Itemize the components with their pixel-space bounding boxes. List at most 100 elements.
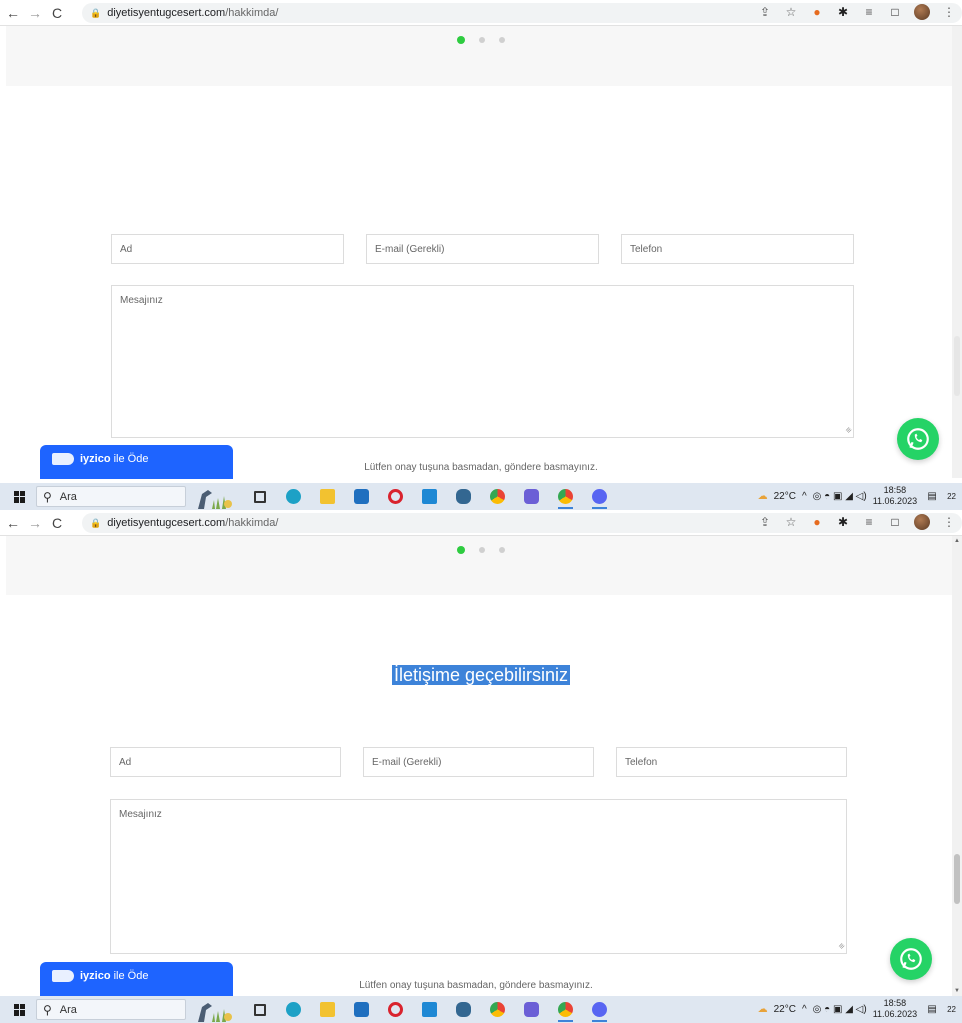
resize-grip-icon[interactable]: ≡ [836,941,847,952]
clock-date: 11.06.2023 [872,1009,918,1019]
back-button[interactable]: ← [4,514,22,532]
slider-dot[interactable] [499,37,505,43]
discord-icon[interactable] [588,999,611,1022]
scroll-down-icon[interactable]: ▼ [954,988,960,994]
tray-chevron-icon[interactable]: ^ [802,491,807,502]
menu-icon[interactable]: ⋮ [942,515,956,529]
slider-dot[interactable] [479,547,485,553]
task-view-icon[interactable] [248,999,271,1020]
edge-icon[interactable] [282,486,305,507]
mail-icon[interactable] [350,999,373,1020]
phone-input[interactable]: Telefon [616,747,847,777]
bookmark-star-icon[interactable]: ☆ [784,5,798,19]
forward-button[interactable]: → [26,4,44,22]
iyzico-brand: iyzico [80,970,111,982]
whatsapp-button[interactable] [890,938,932,980]
back-button[interactable]: ← [4,4,22,22]
edge-icon[interactable] [282,999,305,1020]
taskbar-clock[interactable]: 18:58 11.06.2023 [873,485,917,507]
tray-chevron-icon[interactable]: ^ [802,1004,807,1015]
taskbar-search-label: Ara [59,1003,77,1016]
name-input[interactable]: Ad [110,747,341,777]
weather-icon[interactable]: ☁ [758,491,768,502]
profile-avatar[interactable] [914,4,930,20]
notification-icon[interactable]: ▤ [923,1000,941,1018]
taskbar-clock[interactable]: 18:58 11.06.2023 [873,998,917,1020]
name-input[interactable]: Ad [111,234,344,264]
slider-dot[interactable] [499,547,505,553]
heron-widget-icon [198,490,232,509]
app-hexagon-icon[interactable] [520,486,543,507]
slider-dot-active[interactable] [457,546,465,554]
postgresql-icon[interactable] [452,486,475,507]
scroll-up-icon[interactable]: ▲ [954,538,960,544]
opera-icon[interactable] [384,999,407,1020]
extension-icon[interactable]: ● [810,515,824,529]
email-input[interactable]: E-mail (Gerekli) [366,234,599,264]
share-icon[interactable]: ⇪ [758,5,772,19]
weather-temp: 22°C [773,1003,796,1015]
whatsapp-button[interactable] [897,418,939,460]
resize-grip-icon[interactable]: ≡ [843,425,854,436]
screenshot-top: ← → C 🔒 diyetisyentugcesert.com/hakkimda… [0,0,962,510]
vscode-icon[interactable] [418,486,441,507]
discord-icon[interactable] [588,486,611,509]
windows-start-icon[interactable] [14,490,26,503]
weather-icon[interactable]: ☁ [758,1004,768,1015]
clock-date: 11.06.2023 [872,496,918,506]
opera-icon[interactable] [384,486,407,507]
notification-icon[interactable]: ▤ [923,487,941,505]
file-explorer-icon[interactable] [316,486,339,507]
taskbar-search[interactable]: ⚲ Ara [36,999,186,1020]
iyzico-label: ile Öde [113,453,149,465]
reading-list-icon[interactable]: ≡ [862,515,876,529]
side-panel-icon[interactable]: □ [888,5,902,19]
scrollbar-thumb[interactable] [954,336,960,396]
file-explorer-icon[interactable] [316,999,339,1020]
slider-dots [457,546,505,554]
phone-input[interactable]: Telefon [621,234,854,264]
vscode-icon[interactable] [418,999,441,1020]
profile-avatar[interactable] [914,514,930,530]
reload-button[interactable]: C [48,4,66,22]
slider-band [6,536,962,595]
iyzico-pay-button[interactable]: iyzico ile Öde [40,445,233,479]
iyzico-logo-icon [52,970,74,982]
mail-icon[interactable] [350,486,373,507]
tray-icons[interactable]: ◎ ◓ ▣ ◢ ◁) [813,491,867,502]
postgresql-icon[interactable] [452,999,475,1020]
extensions-puzzle-icon[interactable]: ✱ [836,5,850,19]
message-textarea[interactable]: Mesajınız ≡ [110,799,847,954]
url-text: diyetisyentugcesert.com/hakkimda/ [107,517,279,529]
forward-button[interactable]: → [26,514,44,532]
side-panel-icon[interactable]: □ [888,515,902,529]
task-view-icon[interactable] [248,486,271,507]
extension-icon[interactable]: ● [810,5,824,19]
message-textarea[interactable]: Mesajınız ≡ [111,285,854,438]
windows-start-icon[interactable] [14,1003,26,1016]
share-icon[interactable]: ⇪ [758,515,772,529]
message-placeholder: Mesajınız [119,809,162,820]
browser-toolbar: ← → C 🔒 diyetisyentugcesert.com/hakkimda… [0,510,962,536]
message-placeholder: Mesajınız [120,295,163,306]
chrome-profile-icon[interactable] [554,486,577,509]
email-input[interactable]: E-mail (Gerekli) [363,747,594,777]
taskbar-search[interactable]: ⚲ Ara [36,486,186,507]
page-scrollbar[interactable] [952,26,962,478]
iyzico-pay-button[interactable]: iyzico ile Öde [40,962,233,996]
tray-icons[interactable]: ◎ ◓ ▣ ◢ ◁) [813,1004,867,1015]
chrome-icon[interactable] [486,999,509,1020]
slider-dot-active[interactable] [457,36,465,44]
page-scrollbar[interactable]: ▲ ▼ [952,536,962,996]
scrollbar-thumb[interactable] [954,854,960,904]
menu-icon[interactable]: ⋮ [942,5,956,19]
chrome-icon[interactable] [486,486,509,507]
app-hexagon-icon[interactable] [520,999,543,1020]
windows-taskbar: ⚲ Ara ☁ 22°C ^ ◎ ◓ ▣ ◢ ◁) 18:58 11.06.20… [0,996,962,1023]
reload-button[interactable]: C [48,514,66,532]
bookmark-star-icon[interactable]: ☆ [784,515,798,529]
slider-dot[interactable] [479,37,485,43]
chrome-profile-icon[interactable] [554,999,577,1022]
extensions-puzzle-icon[interactable]: ✱ [836,515,850,529]
reading-list-icon[interactable]: ≡ [862,5,876,19]
